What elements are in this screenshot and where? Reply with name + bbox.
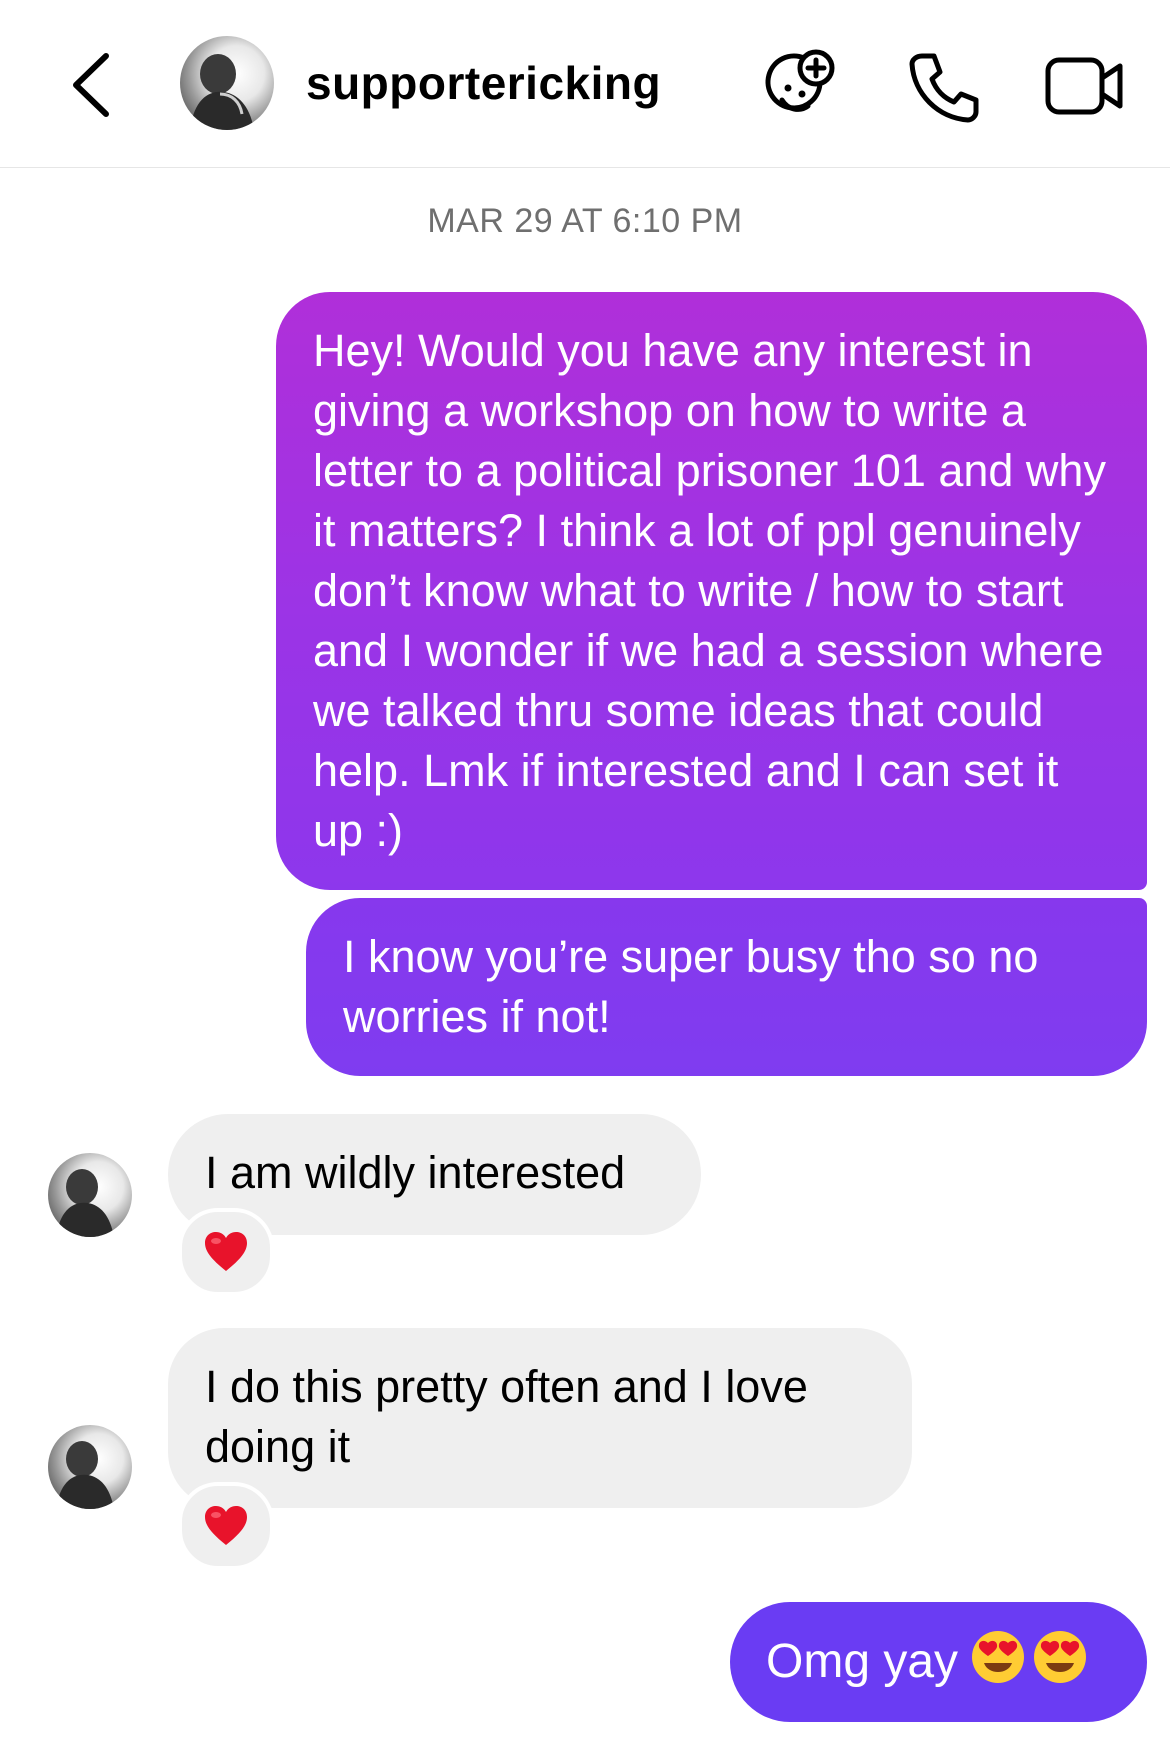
outgoing-message-bubble[interactable]: Omg yay <box>730 1602 1147 1722</box>
message-text: Hey! Would you have any interest in givi… <box>313 325 1106 856</box>
message-text: I know you’re super busy tho so no worri… <box>343 931 1039 1042</box>
avatar[interactable] <box>48 1425 132 1509</box>
incoming-message-bubble[interactable]: I do this pretty often and I love doing … <box>168 1328 912 1508</box>
contact-username[interactable]: supportericking <box>306 56 661 110</box>
outgoing-message-bubble[interactable]: I know you’re super busy tho so no worri… <box>306 898 1147 1076</box>
heart-eyes-emoji-icon <box>972 1631 1025 1683</box>
back-arrow-icon[interactable] <box>68 50 116 120</box>
heart-eyes-emoji-icon <box>1034 1631 1087 1683</box>
message-text: I do this pretty often and I love doing … <box>205 1361 808 1472</box>
add-friend-face-icon[interactable] <box>760 46 840 126</box>
avatar[interactable] <box>180 36 274 130</box>
avatar[interactable] <box>48 1153 132 1237</box>
message-reaction[interactable] <box>178 1208 274 1296</box>
heart-icon <box>205 1506 247 1545</box>
phone-icon[interactable] <box>904 46 984 126</box>
message-reaction[interactable] <box>178 1482 274 1570</box>
message-timestamp: MAR 29 AT 6:10 PM <box>427 202 743 240</box>
message-text: Omg yay <box>766 1635 959 1688</box>
video-camera-icon[interactable] <box>1042 46 1128 126</box>
chat-header: supportericking <box>0 0 1170 168</box>
message-text: I am wildly interested <box>205 1147 626 1198</box>
heart-icon <box>205 1232 247 1271</box>
outgoing-message-bubble[interactable]: Hey! Would you have any interest in givi… <box>276 292 1147 890</box>
